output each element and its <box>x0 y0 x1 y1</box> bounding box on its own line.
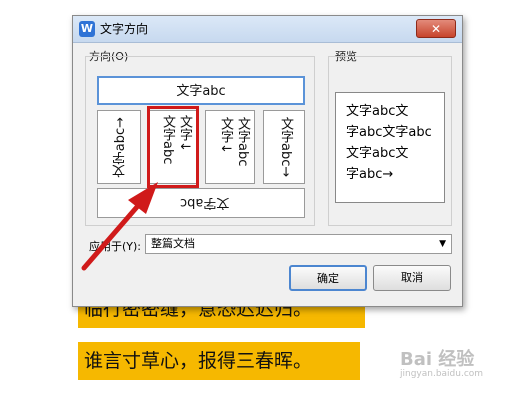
annotation-arrow-icon <box>81 182 158 271</box>
